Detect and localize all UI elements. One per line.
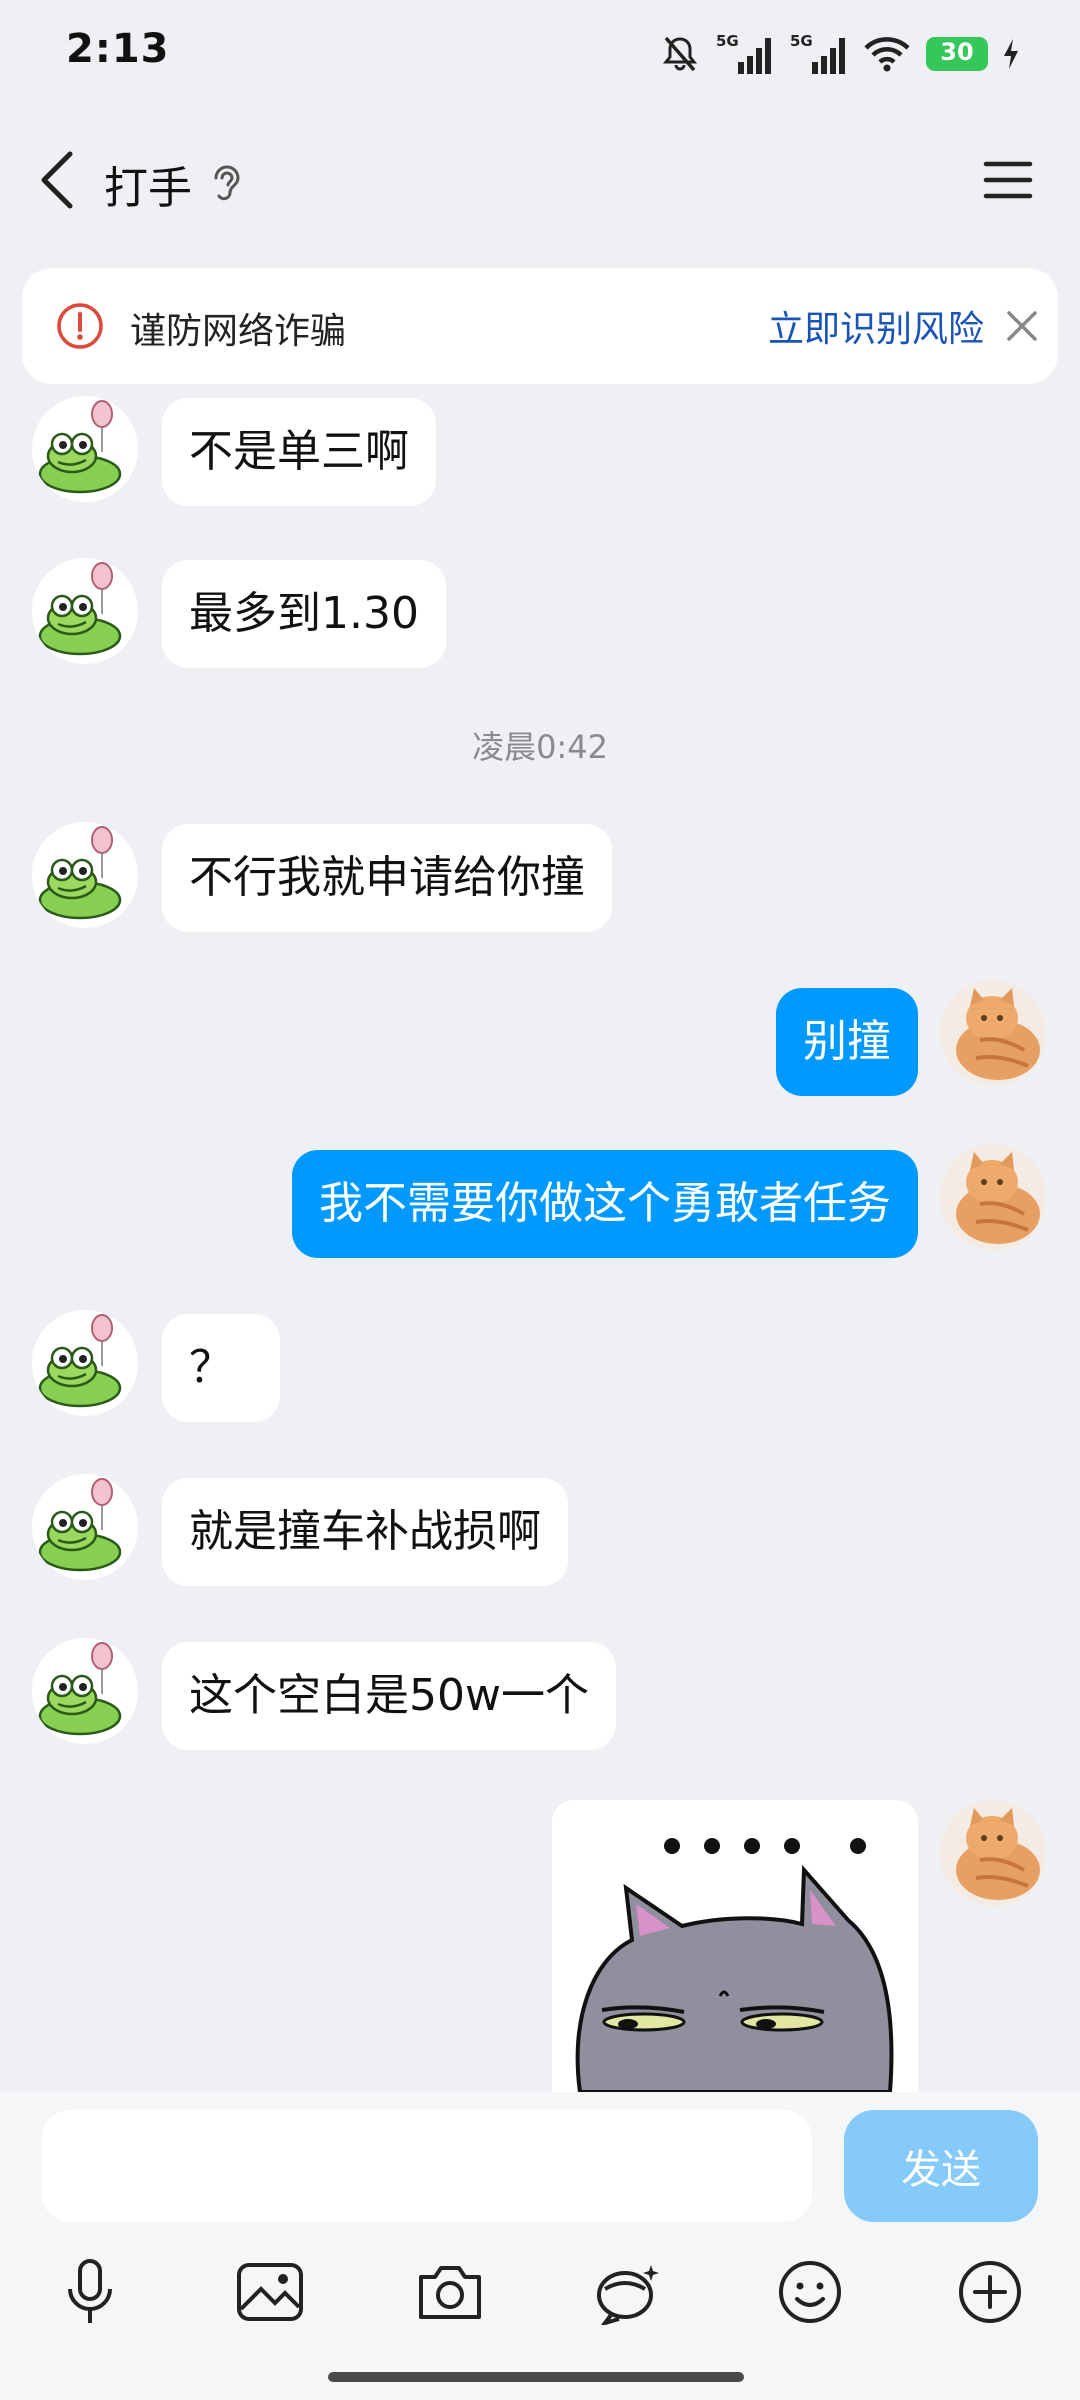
message-input[interactable] [42, 2110, 812, 2222]
chat-title[interactable]: 打手 [104, 152, 192, 216]
charging-icon [1004, 39, 1018, 69]
voice-button[interactable] [50, 2252, 130, 2332]
signal-icon: 5G [716, 32, 771, 74]
home-indicator[interactable] [328, 2372, 744, 2382]
chat-header: 打手 [0, 130, 1080, 230]
status-time: 2:13 [66, 26, 170, 72]
mute-bell-icon [662, 36, 698, 72]
sticker-button[interactable] [588, 2252, 668, 2332]
self-avatar[interactable] [940, 980, 1046, 1086]
fraud-warning-banner: 谨防网络诈骗 立即识别风险 [22, 268, 1058, 384]
contact-avatar[interactable] [32, 1474, 138, 1580]
status-icons: 5G 5G 30 [660, 30, 1020, 78]
contact-avatar[interactable] [32, 1310, 138, 1416]
signal-label: 5G [716, 32, 739, 50]
status-bar: 2:13 5G 5G 30 [0, 0, 1080, 110]
warning-icon [57, 303, 103, 349]
wifi-icon [864, 37, 910, 72]
camera-button[interactable] [410, 2252, 490, 2332]
signal-label-2: 5G [790, 32, 813, 50]
battery-indicator: 30 [926, 37, 988, 71]
plus-icon [959, 2261, 1021, 2323]
hamburger-icon [983, 161, 1033, 199]
bubble-icon [597, 2265, 659, 2325]
identify-risk-link[interactable]: 立即识别风险 [768, 300, 984, 352]
contact-avatar[interactable] [32, 396, 138, 502]
message-bubble[interactable]: 就是撞车补战损啊 [162, 1478, 568, 1586]
image-icon [237, 2263, 303, 2321]
message-bubble-sent[interactable]: 别撞 [776, 988, 918, 1096]
warning-text: 谨防网络诈骗 [130, 311, 347, 352]
contact-avatar[interactable] [32, 558, 138, 664]
more-button[interactable] [950, 2252, 1030, 2332]
message-bubble[interactable]: 不行我就申请给你撞 [162, 824, 612, 932]
emoji-icon [779, 2261, 841, 2323]
contact-avatar[interactable] [32, 822, 138, 928]
input-bar: 发送 [0, 2092, 1080, 2400]
message-bubble[interactable]: 不是单三啊 [162, 398, 436, 506]
back-button[interactable] [30, 144, 90, 214]
cat-sticker-image [575, 1838, 894, 2092]
mic-icon [68, 2259, 112, 2323]
contact-avatar[interactable] [32, 1638, 138, 1744]
message-bubble[interactable]: 最多到1.30 [162, 560, 446, 668]
battery-level: 30 [940, 38, 974, 66]
message-bubble-sent[interactable]: 我不需要你做这个勇敢者任务 [292, 1150, 918, 1258]
photo-button[interactable] [230, 2252, 310, 2332]
menu-button[interactable] [978, 150, 1038, 210]
camera-icon [419, 2266, 481, 2319]
ear-icon[interactable] [208, 160, 244, 204]
signal-icon-2: 5G [790, 32, 845, 74]
close-icon[interactable] [1004, 308, 1040, 344]
message-timestamp: 凌晨0:42 [472, 728, 608, 766]
send-button[interactable]: 发送 [844, 2110, 1038, 2222]
message-bubble[interactable]: 这个空白是50w一个 [162, 1642, 616, 1750]
self-avatar[interactable] [940, 1144, 1046, 1250]
self-avatar[interactable] [940, 1800, 1046, 1906]
sticker-message[interactable] [552, 1800, 918, 2092]
message-bubble[interactable]: ？ [162, 1314, 280, 1422]
emoji-button[interactable] [770, 2252, 850, 2332]
chevron-left-icon [41, 151, 73, 209]
